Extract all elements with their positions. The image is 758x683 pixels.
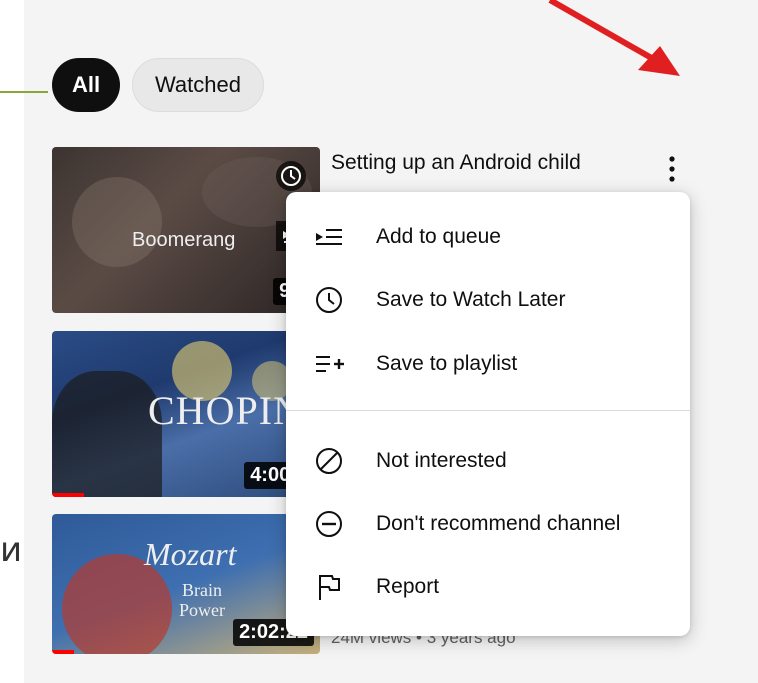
portrait-silhouette — [52, 371, 162, 497]
menu-item-label: Save to Watch Later — [376, 288, 566, 311]
menu-item-save-to-playlist[interactable]: Save to playlist — [286, 335, 690, 393]
minus-circle-icon — [312, 507, 346, 541]
chip-watched[interactable]: Watched — [132, 58, 264, 112]
thumb-title-text: Boomerang — [132, 229, 236, 251]
add-to-queue-icon — [312, 220, 346, 254]
menu-item-label: Don't recommend channel — [376, 512, 621, 535]
menu-item-label: Not interested — [376, 449, 507, 472]
chip-all-label: All — [71, 72, 101, 97]
playlist-add-icon — [312, 347, 346, 381]
watch-progress-bar — [52, 493, 84, 497]
menu-item-label: Report — [376, 575, 440, 598]
green-divider-line — [0, 91, 48, 93]
menu-item-save-to-watch-later[interactable]: Save to Watch Later — [286, 271, 690, 329]
thumb-title-text: Mozart — [144, 536, 237, 572]
left-fragment-text: и — [0, 530, 23, 570]
menu-item-label: Add to queue — [376, 225, 501, 248]
more-options-icon[interactable] — [660, 152, 684, 186]
flag-icon — [312, 570, 346, 604]
thumb-title-text: CHOPIN — [148, 388, 303, 433]
watch-later-overlay-icon[interactable] — [276, 161, 306, 191]
thumb-decoration — [72, 177, 162, 267]
menu-item-dont-recommend-channel[interactable]: Don't recommend channel — [286, 495, 690, 553]
chip-watched-label: Watched — [154, 72, 241, 97]
video-thumbnail-2[interactable]: CHOPIN 4:00:3 — [52, 331, 320, 497]
watch-progress-bar — [52, 650, 74, 654]
video-thumbnail-1[interactable]: Boomerang 9:4 — [52, 147, 320, 313]
video-options-menu: Add to queue Save to Watch Later Save to… — [286, 192, 690, 636]
video-title[interactable]: Setting up an Android child — [331, 151, 581, 175]
clock-icon — [312, 283, 346, 317]
menu-item-add-to-queue[interactable]: Add to queue — [286, 208, 690, 266]
red-arrow-annotation — [548, 0, 680, 76]
chip-all[interactable]: All — [52, 58, 120, 112]
menu-divider — [286, 410, 690, 411]
menu-item-report[interactable]: Report — [286, 558, 690, 616]
video-thumbnail-3[interactable]: Mozart Brain Power 2:02:22 — [52, 514, 320, 654]
not-interested-icon — [312, 444, 346, 478]
thumb-subtitle-text: Brain Power — [179, 580, 225, 620]
menu-item-not-interested[interactable]: Not interested — [286, 432, 690, 490]
menu-item-label: Save to playlist — [376, 352, 518, 375]
